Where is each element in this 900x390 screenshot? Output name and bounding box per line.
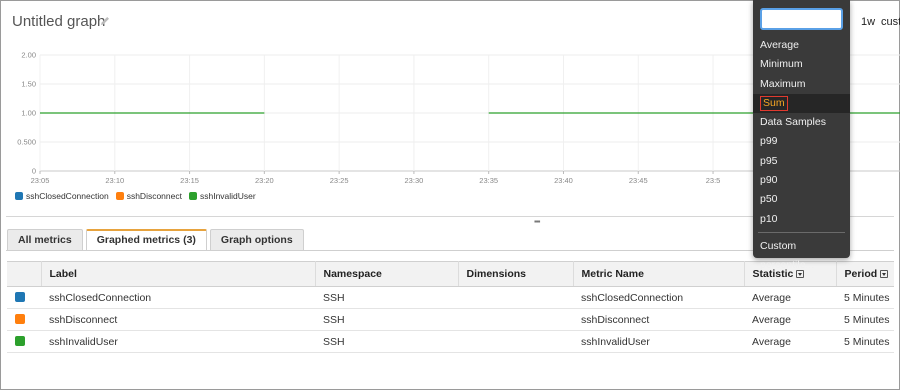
option-minimum[interactable]: Minimum	[753, 55, 850, 74]
header-metric-name[interactable]: Metric Name	[573, 261, 745, 287]
legend-swatch	[15, 192, 23, 200]
period-cell[interactable]: 5 Minutes	[836, 330, 894, 353]
statistic-options: Average Minimum Maximum Sum Data Samples…	[753, 36, 850, 271]
x-tick-label: 23:05	[31, 176, 50, 185]
option-data-samples[interactable]: Data Samples	[753, 113, 850, 132]
metric-name-cell: sshInvalidUser	[573, 330, 744, 353]
legend-item-invalid[interactable]: sshInvalidUser	[188, 191, 256, 201]
metric-name-cell: sshDisconnect	[573, 308, 744, 331]
label-cell[interactable]: sshInvalidUser	[41, 330, 315, 353]
resize-handle[interactable]: ▪▪▪	[534, 218, 540, 226]
chevron-down-icon[interactable]	[880, 270, 889, 278]
header-label[interactable]: Label	[41, 261, 316, 287]
y-tick-label: 0	[32, 167, 36, 176]
header-dimensions[interactable]: Dimensions	[458, 261, 574, 287]
option-p50[interactable]: p50	[753, 190, 850, 209]
metric-name-cell: sshClosedConnection	[573, 286, 744, 309]
y-tick-label: 1.00	[21, 109, 36, 118]
statistic-cell[interactable]: Average	[744, 308, 836, 331]
option-maximum[interactable]: Maximum	[753, 75, 850, 94]
row-color-cell[interactable]	[7, 286, 41, 309]
legend-label: sshInvalidUser	[199, 191, 256, 201]
x-tick-label: 23:30	[405, 176, 424, 185]
dimensions-cell	[458, 330, 573, 353]
statistic-cell[interactable]: Average	[744, 330, 836, 353]
color-swatch[interactable]	[15, 291, 25, 302]
statistic-cell[interactable]: Average	[744, 286, 836, 309]
dropdown-separator	[758, 231, 845, 233]
chart-legend: sshClosedConnection sshDisconnect sshInv…	[15, 191, 256, 201]
tab-graph-options[interactable]: Graph options	[209, 229, 304, 250]
x-tick-label: 23:5	[706, 176, 721, 185]
option-sum[interactable]: Sum	[753, 93, 850, 114]
legend-label: sshClosedConnection	[26, 191, 109, 201]
legend-item-closed[interactable]: sshClosedConnection	[15, 191, 109, 201]
header-namespace[interactable]: Namespace	[315, 261, 459, 287]
legend-item-disconnect[interactable]: sshDisconnect	[115, 191, 182, 201]
graph-title: Untitled graph	[12, 13, 106, 30]
dimensions-cell	[458, 308, 573, 331]
option-p10[interactable]: p10	[753, 210, 850, 229]
color-swatch[interactable]	[15, 335, 25, 346]
legend-swatch	[115, 192, 124, 200]
option-sum-label: Sum	[760, 95, 788, 111]
table-row: sshDisconnect SSH sshDisconnect Average …	[7, 308, 894, 331]
y-tick-label: 1.50	[21, 80, 36, 89]
header-color	[7, 261, 42, 287]
tab-bar: All metrics Graphed metrics (3) Graph op…	[7, 229, 304, 251]
x-tick-label: 23:35	[479, 176, 498, 185]
pencil-icon[interactable]	[99, 15, 111, 27]
period-cell[interactable]: 5 Minutes	[836, 286, 894, 309]
option-p99[interactable]: p99	[753, 132, 850, 151]
x-tick-label: 23:45	[629, 176, 648, 185]
legend-label: sshDisconnect	[126, 191, 182, 201]
tab-graphed-metrics[interactable]: Graphed metrics (3)	[85, 229, 207, 251]
legend-swatch	[188, 192, 197, 200]
y-tick-label: 2.00	[21, 51, 36, 60]
option-p95[interactable]: p95	[753, 152, 850, 171]
statistic-dropdown: Average Minimum Maximum Sum Data Samples…	[753, 0, 850, 271]
namespace-cell: SSH	[315, 308, 458, 331]
table-row: sshInvalidUser SSH sshInvalidUser Averag…	[7, 330, 894, 353]
color-swatch[interactable]	[15, 313, 25, 324]
namespace-cell: SSH	[315, 330, 458, 353]
label-cell[interactable]: sshClosedConnection	[41, 286, 315, 309]
option-average[interactable]: Average	[753, 36, 850, 55]
x-tick-label: 23:25	[330, 176, 349, 185]
tab-all-metrics[interactable]: All metrics	[7, 229, 83, 250]
x-tick-label: 23:10	[105, 176, 124, 185]
option-custom-percentile[interactable]: Custom percentile...	[753, 237, 850, 271]
row-color-cell[interactable]	[7, 330, 41, 353]
dimensions-cell	[458, 286, 573, 309]
range-custom-button[interactable]: cust	[881, 16, 900, 28]
header-period[interactable]: Period	[836, 261, 894, 287]
y-tick-label: 0.500	[17, 138, 36, 147]
label-cell[interactable]: sshDisconnect	[41, 308, 315, 331]
row-color-cell[interactable]	[7, 308, 41, 331]
range-1w-button[interactable]: 1w	[861, 16, 875, 28]
option-p90[interactable]: p90	[753, 171, 850, 190]
table-row: sshClosedConnection SSH sshClosedConnect…	[7, 286, 894, 309]
x-tick-label: 23:15	[180, 176, 199, 185]
namespace-cell: SSH	[315, 286, 458, 309]
statistic-search-input[interactable]	[760, 8, 843, 30]
x-tick-label: 23:20	[255, 176, 274, 185]
period-cell[interactable]: 5 Minutes	[836, 308, 894, 331]
x-tick-label: 23:40	[554, 176, 573, 185]
